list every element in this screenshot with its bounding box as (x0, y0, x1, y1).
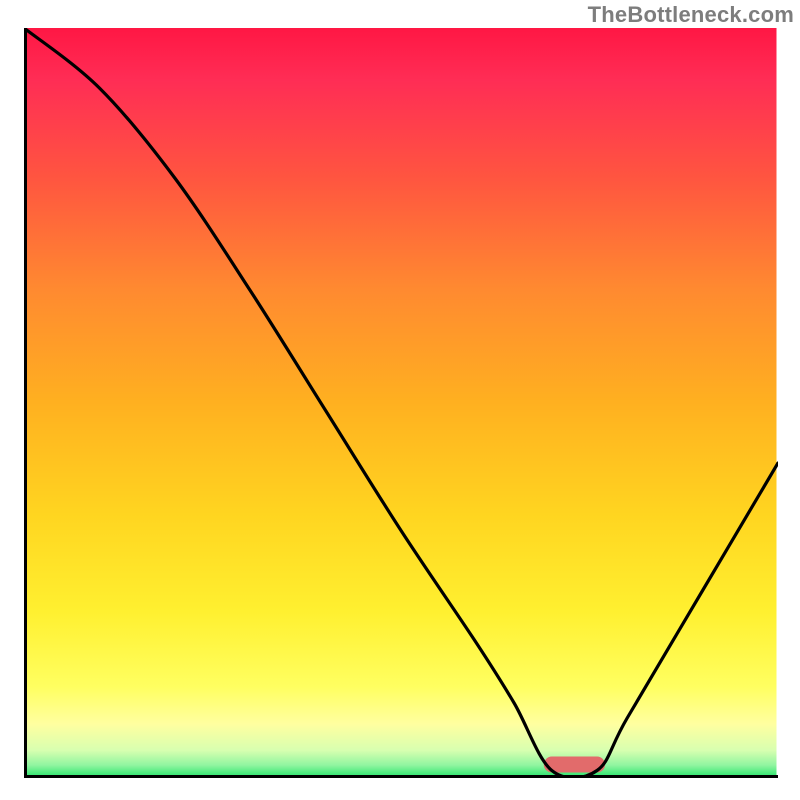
plot-area (24, 28, 778, 778)
gradient-background (26, 28, 777, 777)
watermark-label: TheBottleneck.com (588, 2, 794, 28)
chart-stage: TheBottleneck.com (0, 0, 800, 800)
bottleneck-chart (24, 28, 778, 778)
